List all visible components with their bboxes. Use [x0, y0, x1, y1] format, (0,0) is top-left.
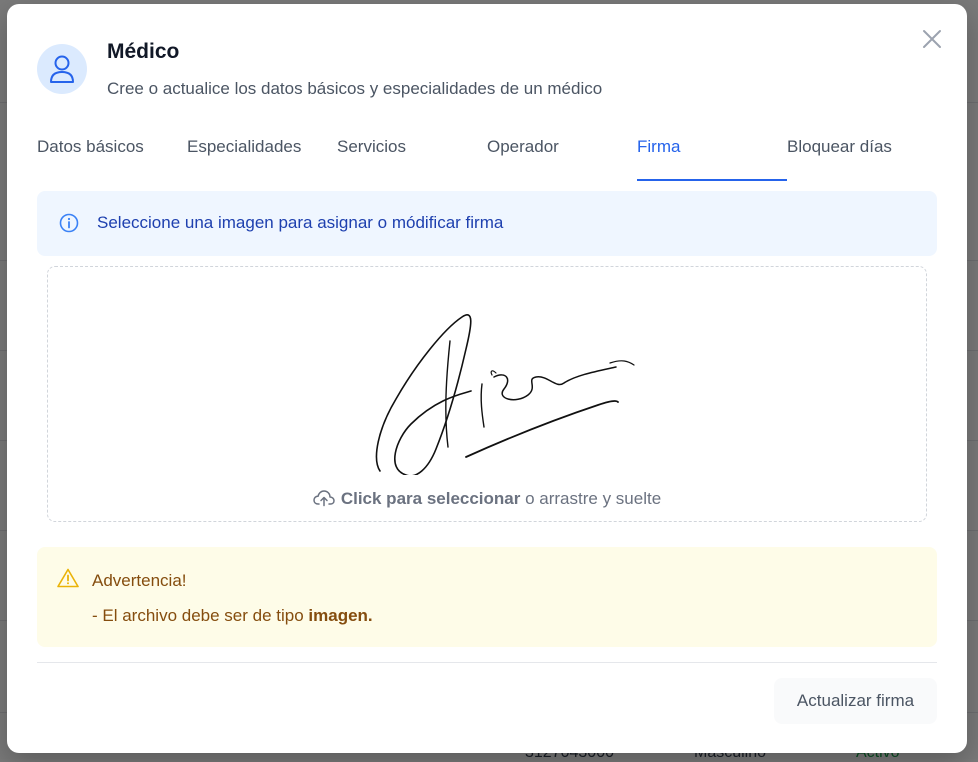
- cloud-upload-icon: [313, 490, 335, 507]
- tab-operador[interactable]: Operador: [487, 137, 559, 157]
- active-tab-indicator: [637, 179, 787, 181]
- update-signature-button[interactable]: Actualizar firma: [774, 678, 937, 724]
- dropzone-hint-rest: o arrastre y suelte: [520, 489, 662, 508]
- close-button[interactable]: [921, 28, 943, 50]
- dropzone-hint-action: Click para seleccionar: [340, 489, 521, 508]
- info-icon: [59, 213, 79, 233]
- signature-preview: [366, 279, 644, 477]
- signature-image: [375, 314, 635, 477]
- warning-title: Advertencia!: [92, 571, 187, 590]
- warning-icon: [57, 568, 79, 588]
- warning-message-text: - El archivo debe ser de tipo: [92, 606, 309, 625]
- medico-modal: Médico Cree o actualice los datos básico…: [7, 4, 967, 753]
- warning-alert: Advertencia! - El archivo debe ser de ti…: [37, 547, 937, 647]
- dropzone-hint: Click para seleccionar o arrastre y suel…: [48, 489, 926, 509]
- tab-bar: Datos básicos Especialidades Servicios O…: [7, 134, 967, 182]
- user-icon: [50, 55, 74, 83]
- close-icon: [923, 30, 941, 48]
- info-alert: Seleccione una imagen para asignar o mód…: [37, 191, 937, 256]
- tab-firma[interactable]: Firma: [637, 137, 680, 157]
- warning-message-emphasis: imagen.: [308, 606, 373, 625]
- modal-title: Médico: [107, 40, 180, 63]
- avatar: [37, 44, 87, 94]
- signature-dropzone[interactable]: Click para seleccionar o arrastre y suel…: [47, 266, 927, 522]
- tab-datos-basicos[interactable]: Datos básicos: [37, 137, 144, 157]
- tab-servicios[interactable]: Servicios: [337, 137, 406, 157]
- tab-especialidades[interactable]: Especialidades: [187, 137, 301, 157]
- tab-bloquear-dias[interactable]: Bloquear días: [787, 137, 892, 157]
- warning-message: - El archivo debe ser de tipo imagen.: [92, 606, 373, 626]
- footer-divider: [37, 662, 937, 663]
- modal-subtitle: Cree o actualice los datos básicos y esp…: [107, 79, 603, 98]
- info-text: Seleccione una imagen para asignar o mód…: [97, 213, 504, 232]
